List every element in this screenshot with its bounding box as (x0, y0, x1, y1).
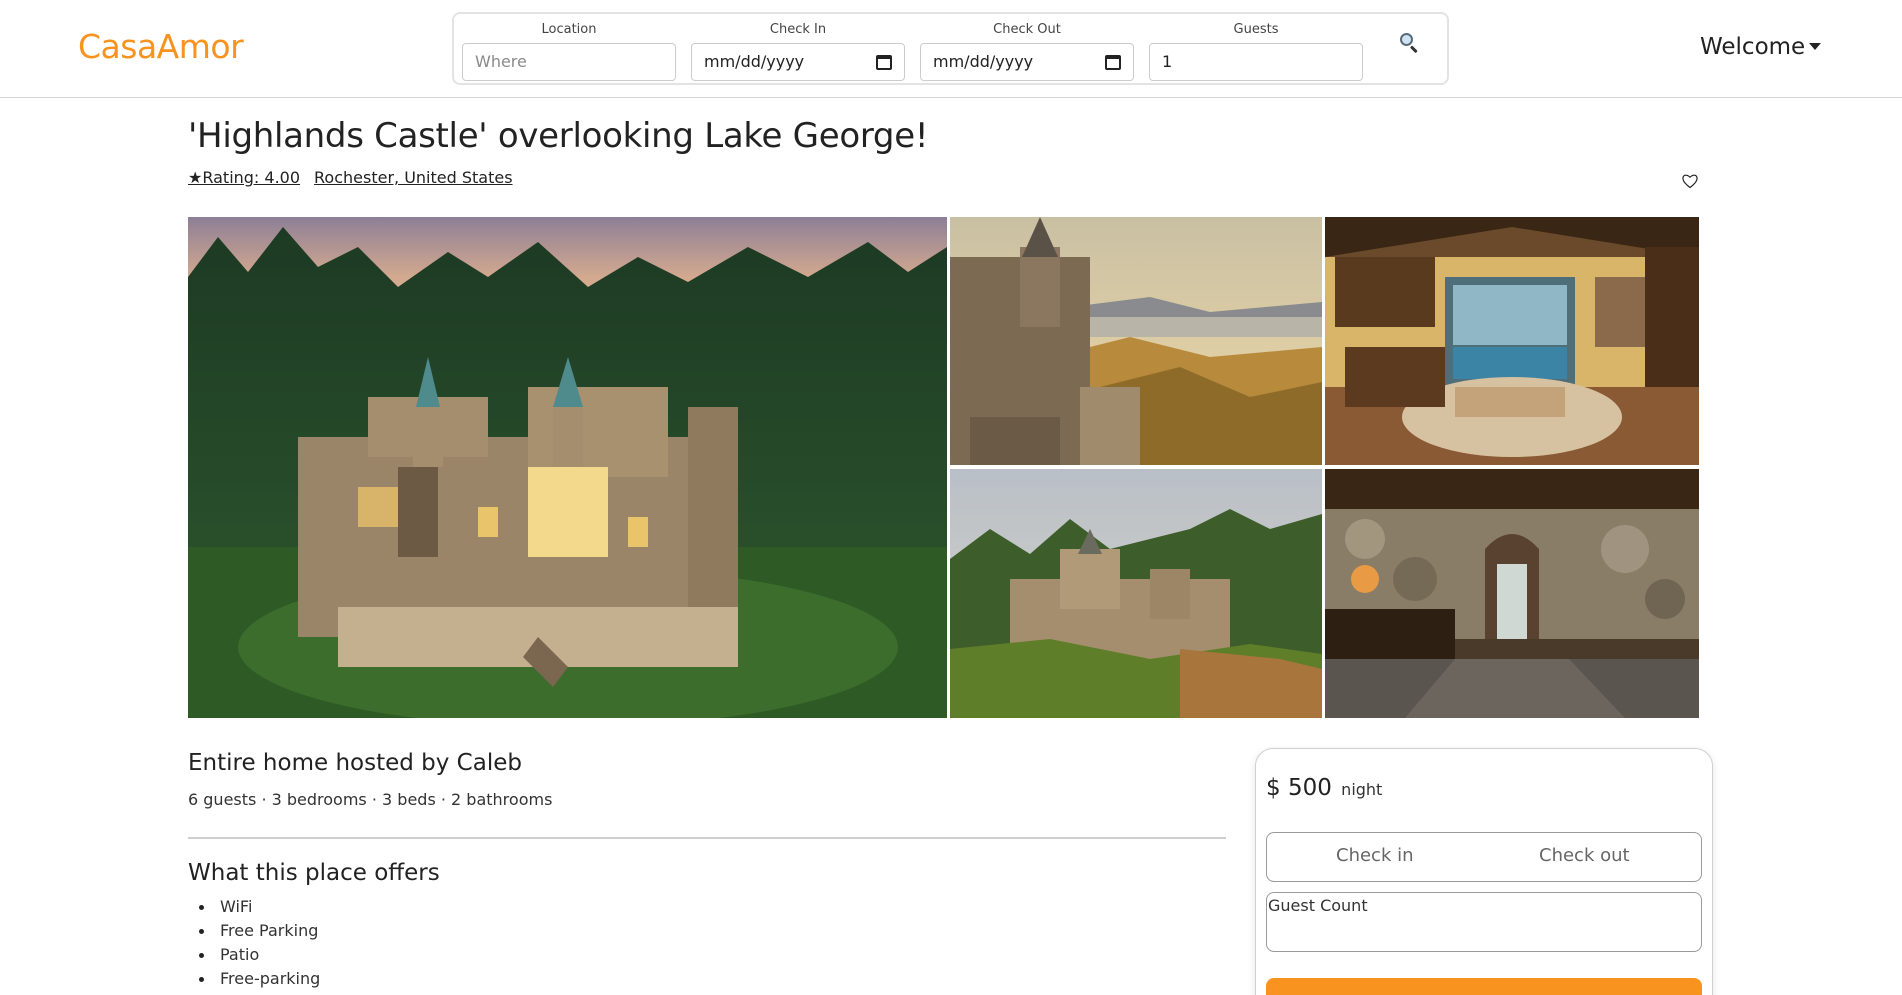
guests-input[interactable]: 1 (1149, 43, 1363, 81)
check-out-input[interactable]: mm/dd/yyyy (920, 43, 1134, 81)
user-menu-dropdown[interactable]: Welcome (1700, 34, 1822, 60)
listing-meta: ★Rating: 4.00 Rochester, United States (188, 168, 513, 187)
booking-date-range: Check in Check out (1266, 832, 1702, 882)
booking-card: $ 500 night Check in Check out Guest Cou… (1255, 748, 1713, 995)
check-in-field: Check In mm/dd/yyyy (691, 22, 905, 81)
location-label: Location (541, 22, 597, 37)
location-field: Location Where (462, 22, 676, 81)
top-navbar: CasaAmor Location Where Check In mm/dd/y… (0, 0, 1902, 98)
great-hall-photo (1325, 217, 1699, 465)
guests-label: Guests (1233, 22, 1279, 37)
amenity-item: Free-parking (196, 967, 320, 991)
castle-hillside-photo (950, 469, 1322, 718)
photo-gallery (188, 217, 1699, 718)
location-input[interactable]: Where (462, 43, 676, 81)
calendar-icon[interactable] (1105, 55, 1121, 70)
check-in-label: Check In (769, 22, 827, 37)
price-amount: $ 500 (1266, 775, 1332, 801)
price-unit: night (1341, 780, 1383, 799)
amenity-item: Patio (196, 943, 320, 967)
gallery-photo-3[interactable] (1325, 217, 1699, 465)
gallery-photo-5[interactable] (1325, 469, 1699, 718)
guest-count-input[interactable]: Guest Count (1266, 892, 1702, 952)
gallery-photo-2[interactable] (950, 217, 1322, 465)
nightly-price: $ 500 night (1266, 775, 1382, 801)
host-line: Entire home hosted by Caleb (188, 750, 522, 776)
gallery-photo-4[interactable] (950, 469, 1322, 718)
castle-tower-lake-photo (950, 217, 1322, 465)
user-menu-label: Welcome (1700, 34, 1806, 60)
check-out-value: mm/dd/yyyy (933, 52, 1034, 71)
check-out-label: Check Out (993, 22, 1061, 37)
gallery-photo-main[interactable] (188, 217, 947, 718)
castle-aerial-photo (188, 217, 947, 718)
brand-logo[interactable]: CasaAmor (78, 27, 244, 66)
amenity-item: WiFi (196, 895, 320, 919)
search-button[interactable] (1394, 29, 1426, 61)
amenities-list: WiFi Free Parking Patio Free-parking (196, 895, 320, 991)
booking-check-out[interactable]: Check out (1539, 845, 1630, 866)
stone-hallway-photo (1325, 469, 1699, 718)
check-in-value: mm/dd/yyyy (704, 52, 805, 71)
search-bar: Location Where Check In mm/dd/yyyy Check… (452, 12, 1449, 85)
guests-field: Guests 1 (1149, 22, 1363, 81)
amenity-item: Free Parking (196, 919, 320, 943)
heart-outline-icon[interactable] (1681, 172, 1699, 190)
listing-title: 'Highlands Castle' overlooking Lake Geor… (188, 116, 929, 156)
calendar-icon[interactable] (876, 55, 892, 70)
section-divider (188, 837, 1226, 839)
reserve-button[interactable] (1266, 978, 1702, 995)
location-link[interactable]: Rochester, United States (314, 168, 513, 187)
booking-check-in[interactable]: Check in (1336, 845, 1414, 866)
caret-down-icon (1809, 43, 1822, 50)
offers-title: What this place offers (188, 860, 440, 886)
check-in-input[interactable]: mm/dd/yyyy (691, 43, 905, 81)
guest-count-label: Guest Count (1268, 896, 1368, 915)
check-out-field: Check Out mm/dd/yyyy (920, 22, 1134, 81)
rating-link[interactable]: ★Rating: 4.00 (188, 168, 300, 187)
listing-summary: 6 guests · 3 bedrooms · 3 beds · 2 bathr… (188, 790, 553, 809)
